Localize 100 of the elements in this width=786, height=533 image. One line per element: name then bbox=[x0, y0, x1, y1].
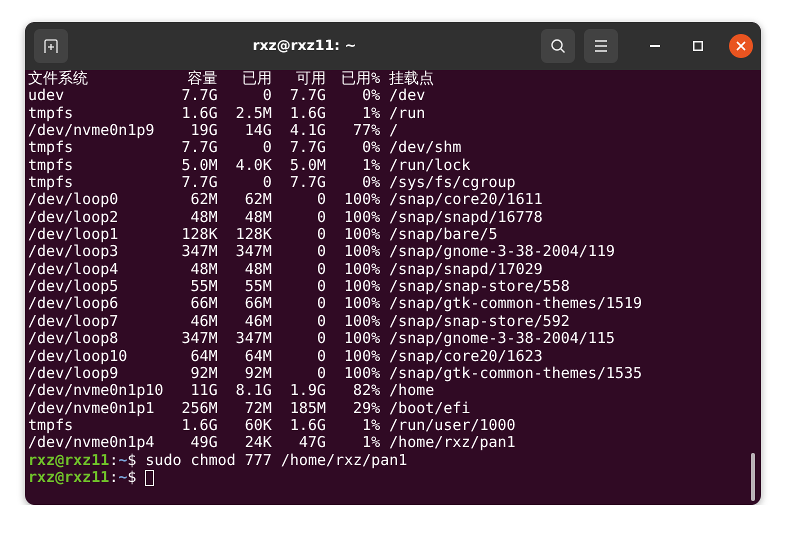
table-cell: 72M bbox=[244, 400, 272, 417]
table-cell: /dev/loop1 bbox=[28, 226, 118, 244]
table-cell: 1% bbox=[362, 416, 380, 434]
table-cell: 0% bbox=[362, 87, 380, 105]
scrollbar-thumb[interactable] bbox=[751, 453, 755, 501]
table-cell: 347M bbox=[182, 330, 218, 348]
menu-icon bbox=[594, 40, 608, 52]
column-header: 可用 bbox=[296, 70, 326, 88]
table-cell-text: /snap/gtk-common-themes/1535 bbox=[388, 364, 642, 382]
table-cell: /dev/loop10 bbox=[28, 348, 128, 365]
table-cell: 1% bbox=[362, 104, 380, 122]
table-cell: tmpfs bbox=[28, 416, 74, 434]
new-tab-icon bbox=[43, 38, 59, 54]
table-cell: 24K bbox=[244, 434, 272, 452]
table-cell-text: /snap/core20/1611 bbox=[388, 191, 543, 209]
table-cell: /dev/loop0 bbox=[28, 191, 118, 209]
table-cell: 0 bbox=[316, 364, 326, 382]
table-cell: 100% bbox=[344, 312, 380, 330]
column-header: 文件系统 bbox=[28, 70, 88, 88]
prompt-user-host: rxz@rxz11 bbox=[28, 452, 110, 469]
table-cell-text: /run bbox=[388, 104, 426, 122]
table-cell: 100% bbox=[344, 330, 380, 348]
prompt-symbol: $ bbox=[127, 468, 136, 486]
search-button[interactable] bbox=[541, 29, 575, 63]
table-cell: 100% bbox=[344, 208, 380, 226]
table-cell: 48M bbox=[244, 208, 272, 226]
prompt-separator: : bbox=[109, 468, 118, 486]
table-cell: 0 bbox=[316, 243, 326, 261]
prompt-separator: : bbox=[109, 452, 118, 469]
table-cell: 0% bbox=[362, 139, 380, 157]
search-icon bbox=[550, 38, 566, 54]
table-cell: 7.7G bbox=[290, 87, 326, 105]
table-cell: 0 bbox=[316, 295, 326, 313]
table-cell: 64M bbox=[190, 348, 218, 365]
table-cell: tmpfs bbox=[28, 104, 74, 122]
command-text: sudo chmod 777 /home/rxz/pan1 bbox=[144, 452, 408, 469]
table-cell: /dev/nvme0n1p10 bbox=[28, 382, 164, 400]
table-cell: /dev/loop5 bbox=[28, 278, 118, 296]
table-cell-text: /run/user/1000 bbox=[388, 416, 516, 434]
table-cell: 0 bbox=[316, 226, 326, 244]
table-cell: tmpfs bbox=[28, 139, 74, 157]
table-cell-text: /snap/snap-store/558 bbox=[388, 278, 570, 296]
table-cell: 1.6G bbox=[290, 104, 326, 122]
table-cell: 100% bbox=[344, 243, 380, 261]
table-cell-text: /snap/snapd/16778 bbox=[388, 208, 543, 226]
table-cell-text: /dev/shm bbox=[388, 139, 462, 157]
table-cell-text: / bbox=[388, 122, 398, 140]
table-cell: 29% bbox=[353, 400, 380, 417]
table-cell: 100% bbox=[344, 191, 380, 209]
table-cell: /dev/loop9 bbox=[28, 364, 118, 382]
table-cell: 347M bbox=[182, 243, 218, 261]
table-cell: 8.1G bbox=[236, 382, 272, 400]
table-cell: 7.7G bbox=[182, 174, 218, 192]
table-cell: 0 bbox=[316, 260, 326, 278]
table-cell: 347M bbox=[236, 243, 272, 261]
table-cell: 11G bbox=[190, 382, 218, 400]
table-cell: 100% bbox=[344, 295, 380, 313]
table-cell: udev bbox=[28, 87, 64, 105]
table-cell: 66M bbox=[190, 295, 218, 313]
table-cell: 1.9G bbox=[290, 382, 326, 400]
table-cell: 62M bbox=[244, 191, 272, 209]
table-cell: /dev/nvme0n1p9 bbox=[28, 122, 154, 140]
table-cell: 100% bbox=[344, 364, 380, 382]
table-cell: 100% bbox=[344, 226, 380, 244]
column-header: 已用% bbox=[341, 70, 380, 88]
table-cell: 0% bbox=[362, 174, 380, 192]
prompt-path: ~ bbox=[118, 452, 128, 469]
table-cell-text: /snap/gnome-3-38-2004/119 bbox=[388, 243, 615, 261]
table-cell-text: /snap/gnome-3-38-2004/115 bbox=[388, 330, 615, 348]
close-icon bbox=[736, 41, 746, 51]
table-cell-text: /run/lock bbox=[388, 156, 470, 174]
table-cell: 4.1G bbox=[290, 122, 326, 140]
prompt-user-host: rxz@rxz11 bbox=[28, 468, 110, 486]
table-cell: 256M bbox=[182, 400, 218, 417]
table-cell: 5.0M bbox=[290, 156, 326, 174]
table-cell: 55M bbox=[244, 278, 272, 296]
table-cell: /dev/loop3 bbox=[28, 243, 118, 261]
table-cell: 0 bbox=[262, 87, 272, 105]
table-cell-text: /snap/snapd/17029 bbox=[388, 260, 543, 278]
table-cell: /dev/loop7 bbox=[28, 312, 118, 330]
table-cell: 77% bbox=[353, 122, 380, 140]
table-cell-text: /boot/efi bbox=[388, 400, 470, 417]
table-cell: 185M bbox=[290, 400, 326, 417]
table-cell: 92M bbox=[190, 364, 218, 382]
table-cell: 48M bbox=[244, 260, 272, 278]
table-cell: tmpfs bbox=[28, 174, 74, 192]
table-cell: 2.5M bbox=[236, 104, 272, 122]
table-cell: 64M bbox=[244, 348, 272, 365]
table-cell: /dev/nvme0n1p4 bbox=[28, 434, 154, 452]
menu-button[interactable] bbox=[584, 29, 618, 63]
close-button[interactable] bbox=[729, 34, 753, 58]
table-cell: /dev/nvme0n1p1 bbox=[28, 400, 154, 417]
new-tab-button[interactable] bbox=[34, 29, 68, 63]
table-cell: 1% bbox=[362, 156, 380, 174]
table-cell: 0 bbox=[316, 208, 326, 226]
table-cell: 7.7G bbox=[290, 174, 326, 192]
minimize-icon bbox=[650, 45, 660, 47]
table-cell: 14G bbox=[244, 122, 272, 140]
prompt-path: ~ bbox=[118, 468, 128, 486]
table-cell: 48M bbox=[190, 208, 218, 226]
